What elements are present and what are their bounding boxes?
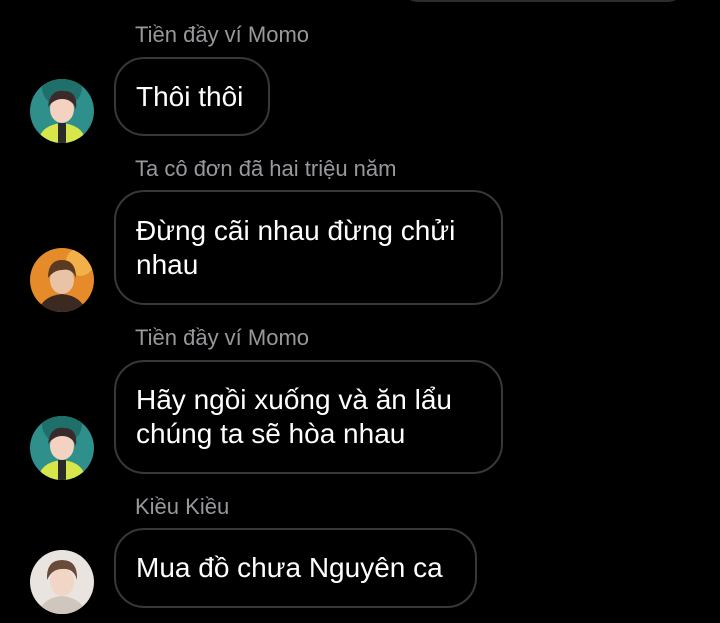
message-text: Hãy ngồi xuống và ăn lẩu chúng ta sẽ hòa… bbox=[136, 384, 452, 449]
sender-name: Kiều Kiều bbox=[135, 494, 230, 519]
message-bubble[interactable]: Hãy ngồi xuống và ăn lẩu chúng ta sẽ hòa… bbox=[114, 360, 503, 474]
sender-name: Tiền đầy ví Momo bbox=[135, 325, 310, 350]
boy-orange-background-avatar-icon bbox=[30, 248, 94, 312]
message-bubble[interactable]: Đừng cãi nhau đừng chửi nhau bbox=[114, 190, 503, 305]
message-bubble[interactable]: Mua đồ chưa Nguyên ca bbox=[114, 528, 477, 608]
boy-light-background-avatar-icon bbox=[30, 550, 94, 614]
user-avatar-icon[interactable] bbox=[30, 416, 94, 480]
message-text: Mua đồ chưa Nguyên ca bbox=[136, 552, 443, 583]
message-text: Đừng cãi nhau đừng chửi nhau bbox=[136, 214, 456, 280]
user-avatar-icon[interactable] bbox=[30, 79, 94, 143]
message-bubble[interactable]: Thôi thôi bbox=[114, 57, 270, 136]
sender-name: Ta cô đơn đã hai triệu năm bbox=[135, 156, 397, 181]
previous-message-bubble-edge[interactable] bbox=[398, 0, 688, 2]
user-avatar-icon[interactable] bbox=[30, 550, 94, 614]
boy-teal-background-yellow-shirt-avatar-icon bbox=[30, 79, 94, 143]
message-text: Thôi thôi bbox=[136, 80, 244, 112]
user-avatar-icon[interactable] bbox=[30, 248, 94, 312]
boy-teal-background-yellow-shirt-avatar-icon bbox=[30, 416, 94, 480]
sender-name: Tiền đầy ví Momo bbox=[135, 22, 310, 47]
